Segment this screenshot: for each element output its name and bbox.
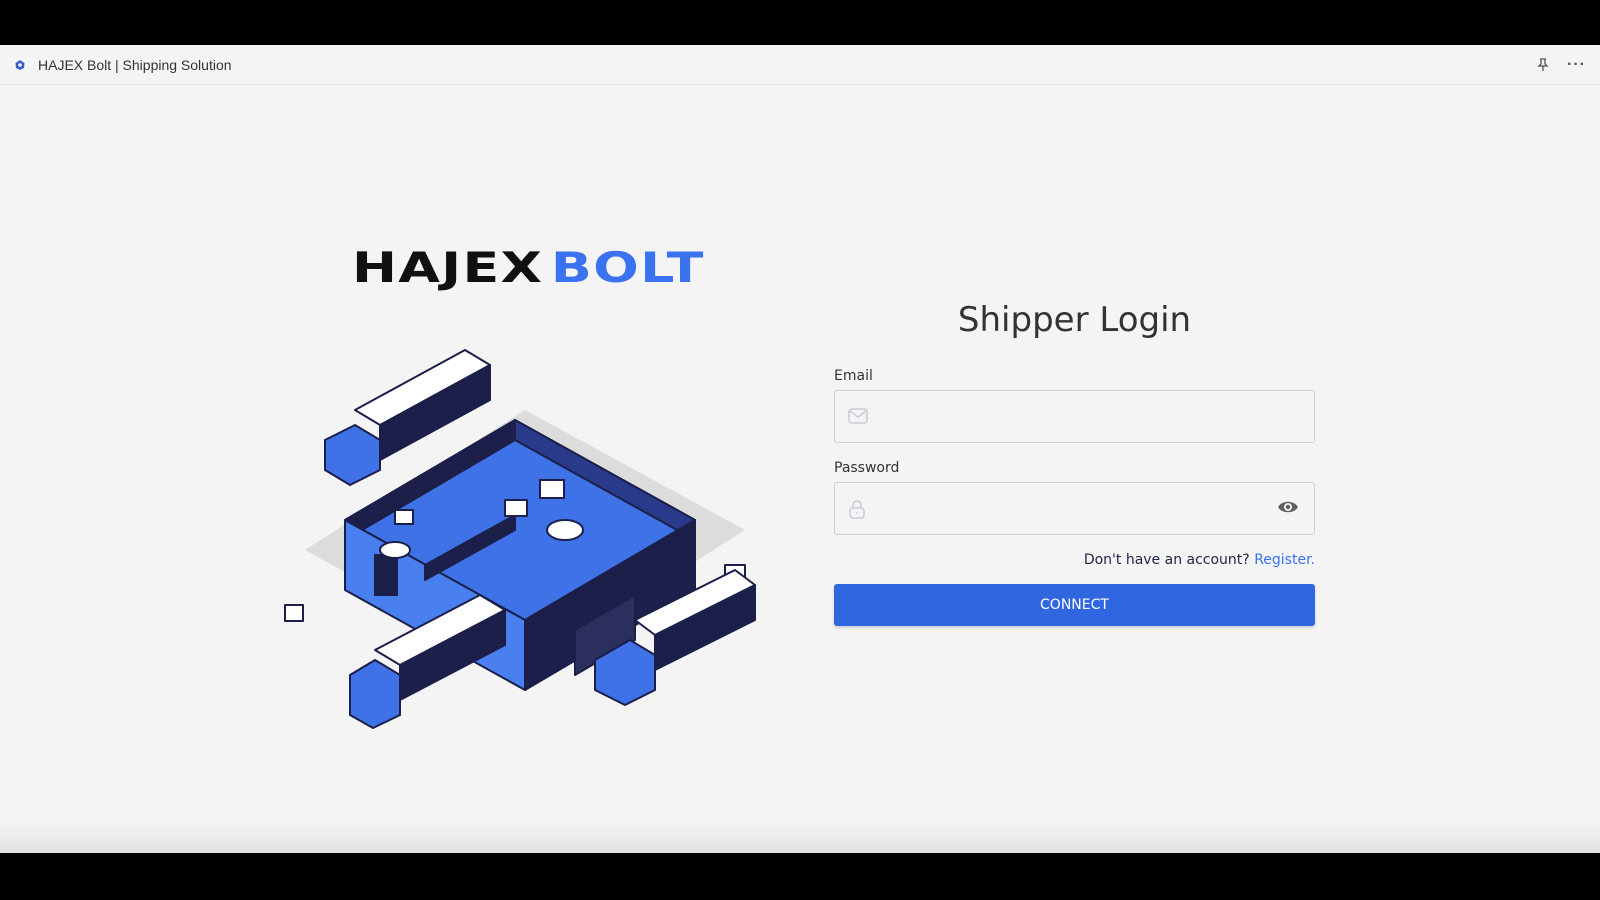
window-title: HAJEX Bolt | Shipping Solution (38, 56, 232, 73)
bottom-shadow (0, 823, 1600, 853)
password-label: Password (834, 460, 900, 476)
email-input[interactable] (835, 391, 1314, 442)
brand-logo-accent: BOLT (550, 243, 705, 292)
login-form: Shipper Login Email Password Don't have … (834, 300, 1315, 626)
app-logo-icon (14, 59, 26, 71)
app-window: HAJEX Bolt | Shipping Solution ··· HAJEX… (0, 45, 1600, 853)
eye-icon[interactable] (1277, 499, 1299, 515)
pin-icon[interactable] (1537, 57, 1549, 72)
email-field-container (834, 390, 1315, 443)
brand-logo-primary: HAJEX (352, 243, 544, 292)
password-input[interactable] (835, 483, 1314, 534)
lock-icon (848, 499, 866, 519)
more-options-icon[interactable]: ··· (1567, 56, 1586, 73)
warehouse-illustration (284, 349, 756, 729)
title-bar: HAJEX Bolt | Shipping Solution ··· (0, 45, 1600, 85)
register-prompt: Don't have an account? (1083, 552, 1250, 568)
brand-logo: HAJEX BOLT (352, 243, 705, 292)
mail-icon (848, 407, 868, 425)
page-title: Shipper Login (957, 300, 1192, 340)
connect-button[interactable]: CONNECT (834, 584, 1315, 626)
register-prompt-line: Don't have an account? Register. (834, 552, 1315, 568)
register-link[interactable]: Register. (1254, 552, 1315, 568)
email-label: Email (834, 368, 873, 384)
password-field-container (834, 482, 1315, 535)
